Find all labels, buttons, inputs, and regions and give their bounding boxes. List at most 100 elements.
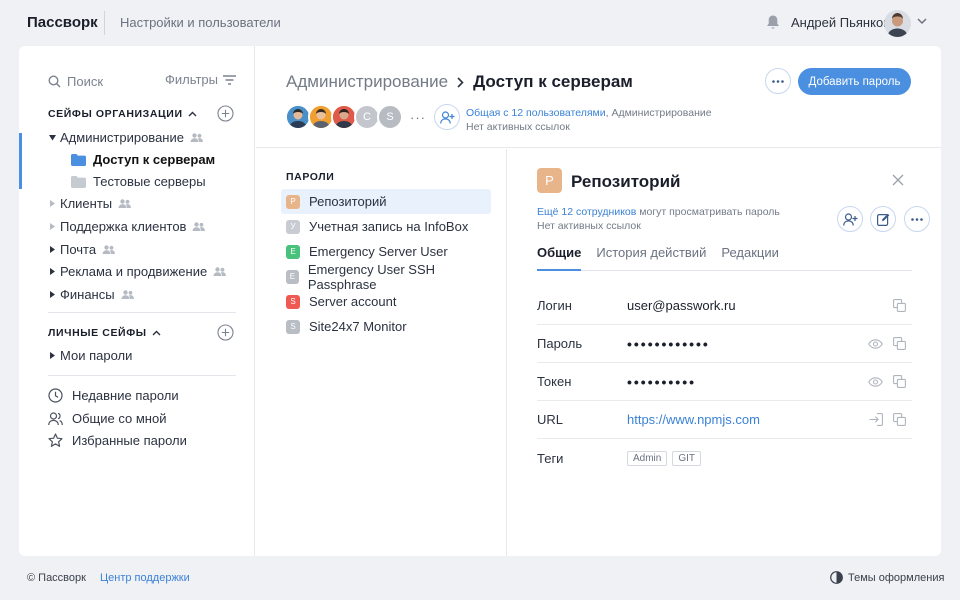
sidebar-item-mail[interactable]: Почта: [48, 242, 116, 257]
tab-revisions[interactable]: Редакции: [721, 245, 779, 271]
password-list-item[interactable]: У Учетная запись на InfoBox: [281, 214, 491, 239]
url-link[interactable]: https://www.npmjs.com: [627, 412, 760, 427]
sidebar-item-label: Доступ к серверам: [93, 152, 216, 167]
password-letter-icon: E: [286, 244, 300, 259]
sidebar: Поиск Фильтры СЕЙФЫ ОРГАНИЗАЦИИ Админист…: [19, 46, 255, 556]
field-url: URL https://www.npmjs.com: [537, 401, 912, 439]
bell-icon[interactable]: [765, 14, 781, 31]
password-item-label: Site24x7 Monitor: [309, 319, 407, 334]
triangle-right-icon: [48, 268, 56, 275]
password-list: ПАРОЛИ Р Репозиторий У Учетная запись на In…: [256, 149, 507, 556]
add-password-button[interactable]: Добавить пароль: [798, 68, 911, 95]
filters-button[interactable]: Фильтры: [165, 72, 236, 87]
nav-recent-passwords[interactable]: Недавние пароли: [48, 388, 179, 403]
sidebar-item-clients[interactable]: Клиенты: [48, 196, 132, 211]
more-options-button[interactable]: [904, 206, 930, 232]
share-suffix: , Администрирование: [605, 107, 712, 119]
avatar[interactable]: [884, 10, 911, 37]
login-value[interactable]: user@passwork.ru: [627, 298, 736, 313]
password-list-item[interactable]: S Server account: [281, 289, 491, 314]
sidebar-item-label: Поддержка клиентов: [60, 219, 187, 234]
avatar[interactable]: S: [377, 104, 403, 130]
field-label: Теги: [537, 450, 564, 466]
more-options-button[interactable]: [765, 68, 791, 94]
password-list-item[interactable]: E Emergency User SSH Passphrase: [281, 261, 491, 292]
shared-users-link[interactable]: Общая с 12 пользователями: [466, 107, 606, 119]
content-header: Администрирование Доступ к серверам Доба…: [256, 46, 941, 148]
sidebar-item-my-passwords[interactable]: Мои пароли: [48, 348, 132, 363]
user-name[interactable]: Андрей Пьянков: [791, 15, 890, 30]
edit-button[interactable]: [870, 206, 896, 232]
eye-icon[interactable]: [858, 376, 883, 387]
sidebar-item-marketing[interactable]: Реклама и продвижение: [48, 264, 227, 279]
sidebar-item-test-servers[interactable]: Тестовые серверы: [71, 174, 206, 189]
sidebar-item-support[interactable]: Поддержка клиентов: [48, 219, 206, 234]
group-icon: [118, 199, 132, 208]
chevron-down-icon[interactable]: [917, 18, 927, 25]
triangle-right-icon: [48, 246, 56, 253]
copy-icon[interactable]: [883, 413, 906, 426]
share-info: Общая с 12 пользователями, Администриров…: [466, 106, 712, 134]
settings-link[interactable]: Настройки и пользователи: [120, 15, 281, 30]
page-title: Доступ к серверам: [473, 72, 633, 91]
tag-badge[interactable]: GIT: [672, 450, 702, 466]
breadcrumb: Администрирование Доступ к серверам: [286, 72, 633, 92]
folder-icon: [71, 153, 86, 166]
field-actions: [883, 299, 906, 312]
search-input[interactable]: Поиск: [67, 74, 103, 89]
breadcrumb-parent[interactable]: Администрирование: [286, 72, 448, 92]
copy-icon[interactable]: [883, 299, 906, 312]
field-token: Токен ••••••••••: [537, 363, 912, 401]
org-vaults-label: СЕЙФЫ ОРГАНИЗАЦИИ: [48, 108, 183, 120]
support-link[interactable]: Центр поддержки: [100, 572, 190, 584]
open-link-icon[interactable]: [859, 413, 883, 426]
add-personal-vault-button[interactable]: [217, 324, 234, 341]
share-user-button[interactable]: [837, 206, 863, 232]
personal-vaults-title[interactable]: ЛИЧНЫЕ СЕЙФЫ: [48, 327, 161, 339]
add-user-button[interactable]: [434, 104, 460, 130]
group-icon: [192, 222, 206, 231]
password-letter-icon: Р: [286, 194, 300, 209]
add-user-icon: [439, 110, 455, 124]
password-list-item[interactable]: Р Репозиторий: [281, 189, 491, 214]
password-list-item[interactable]: S Site24x7 Monitor: [281, 314, 491, 339]
add-vault-button[interactable]: [217, 105, 234, 122]
password-list-item[interactable]: E Emergency Server User: [281, 239, 491, 264]
tab-general[interactable]: Общие: [537, 245, 582, 271]
org-vaults-title[interactable]: СЕЙФЫ ОРГАНИЗАЦИИ: [48, 108, 197, 120]
nav-favorite-passwords[interactable]: Избранные пароли: [48, 433, 187, 448]
copy-icon[interactable]: [883, 375, 906, 388]
shared-users-avatars[interactable]: C S ···: [285, 104, 460, 130]
field-actions: [858, 375, 906, 388]
password-item-label: Server account: [309, 294, 397, 309]
add-user-icon: [842, 212, 858, 226]
divider: [104, 11, 105, 35]
themes-button[interactable]: Темы оформления: [830, 571, 944, 584]
sidebar-item-finance[interactable]: Финансы: [48, 287, 134, 302]
token-value[interactable]: ••••••••••: [627, 374, 696, 390]
sidebar-item-label: Почта: [60, 242, 97, 257]
clock-icon: [48, 388, 72, 403]
brand-logo[interactable]: Пассворк: [27, 14, 98, 31]
password-value[interactable]: ••••••••••••: [627, 336, 710, 352]
tag-badge[interactable]: Admin: [627, 450, 668, 466]
close-icon[interactable]: [892, 174, 904, 186]
triangle-right-icon: [48, 200, 56, 207]
field-label: Логин: [537, 298, 572, 313]
sidebar-item-server-access[interactable]: Доступ к серверам: [71, 152, 215, 167]
copy-icon[interactable]: [883, 337, 906, 350]
personal-vaults-label: ЛИЧНЫЕ СЕЙФЫ: [48, 327, 147, 339]
password-item-label: Emergency User SSH Passphrase: [307, 261, 436, 292]
eye-icon[interactable]: [858, 338, 883, 349]
share-employees-link[interactable]: Ещё 12 сотрудников: [537, 206, 636, 218]
search-row[interactable]: Поиск Фильтры: [48, 72, 236, 90]
password-letter-icon: У: [286, 219, 300, 234]
chevron-up-icon: [147, 330, 161, 336]
sidebar-item-admin[interactable]: Администрирование: [48, 130, 203, 145]
filter-icon: [218, 74, 236, 85]
active-indicator: [19, 133, 22, 189]
more-users-indicator[interactable]: ···: [410, 110, 426, 125]
password-letter-icon: S: [286, 319, 300, 334]
nav-shared-with-me[interactable]: Общие со мной: [48, 411, 166, 426]
tab-history[interactable]: История действий: [596, 245, 706, 271]
